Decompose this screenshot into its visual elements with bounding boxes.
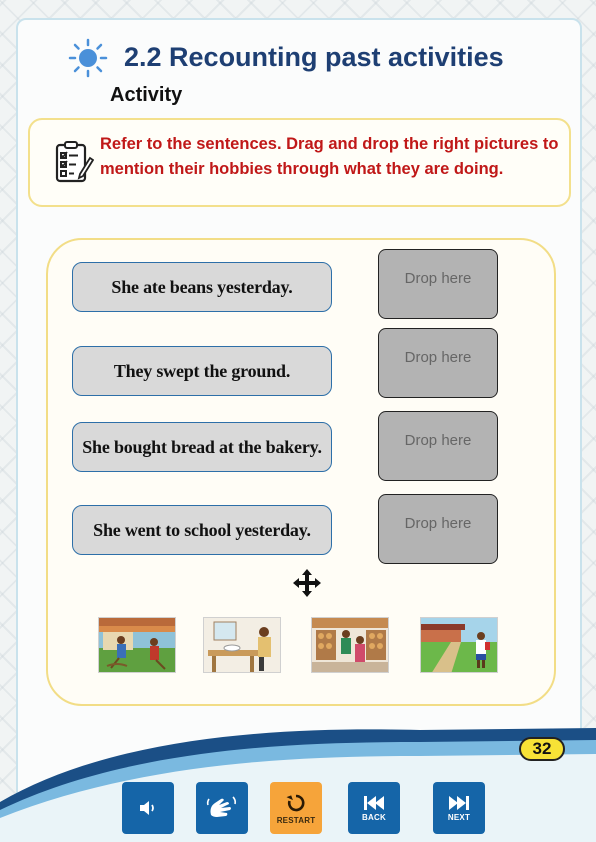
restart-button[interactable]: RESTART	[270, 782, 322, 834]
drop-zone[interactable]: Drop here	[378, 328, 498, 398]
eating-picture[interactable]	[203, 617, 281, 673]
sentence-card: They swept the ground.	[72, 346, 332, 396]
drop-zone[interactable]: Drop here	[378, 494, 498, 564]
sentence-card: She went to school yesterday.	[72, 505, 332, 555]
sentence-card: She ate beans yesterday.	[72, 262, 332, 312]
back-button[interactable]: BACK	[348, 782, 400, 834]
skip-forward-icon	[449, 795, 469, 810]
sentence-card: She bought bread at the bakery.	[72, 422, 332, 472]
sign-language-button[interactable]	[196, 782, 248, 834]
school-picture[interactable]	[420, 617, 498, 673]
page-number-badge: 32	[519, 737, 565, 761]
sign-language-icon	[206, 796, 237, 817]
drop-zone[interactable]: Drop here	[378, 411, 498, 481]
page-title: 2.2 Recounting past activities	[124, 42, 504, 72]
bakery-picture[interactable]	[311, 617, 389, 673]
drop-zone[interactable]: Drop here	[378, 249, 498, 319]
next-label: NEXT	[447, 812, 471, 822]
clipboard-checklist-icon	[55, 141, 94, 183]
back-label: BACK	[362, 812, 386, 822]
audio-button[interactable]	[122, 782, 174, 834]
sun-icon	[68, 38, 108, 78]
sweeping-picture[interactable]	[98, 617, 176, 673]
restart-icon	[286, 794, 305, 811]
instruction-text: Refer to the sentences. Drag and drop th…	[100, 135, 559, 178]
next-button[interactable]: NEXT	[433, 782, 485, 834]
move-arrows-icon	[293, 569, 321, 597]
activity-heading: Activity	[110, 84, 183, 106]
restart-label: RESTART	[276, 815, 316, 825]
speaker-icon	[140, 801, 154, 815]
skip-back-icon	[364, 795, 384, 810]
instruction-box: Refer to the sentences. Drag and drop th…	[28, 118, 571, 207]
